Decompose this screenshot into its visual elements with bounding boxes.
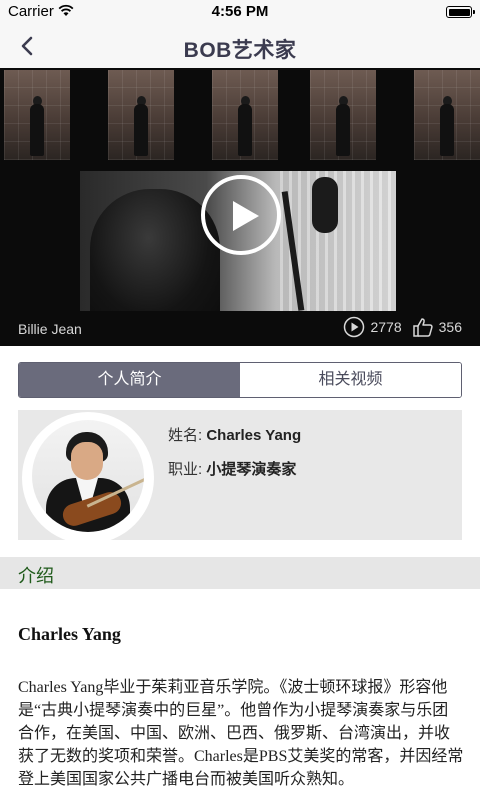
play-count-icon xyxy=(344,316,365,338)
video-thumbnail-frame xyxy=(4,70,70,160)
thumbs-up-icon[interactable] xyxy=(412,316,434,338)
play-count: 2778 xyxy=(370,319,402,335)
like-count: 356 xyxy=(438,319,462,335)
video-thumbnail-frame xyxy=(310,70,376,160)
tab-profile[interactable]: 个人简介 xyxy=(19,363,240,397)
video-player[interactable]: Billie Jean 2778 356 xyxy=(0,68,480,346)
artist-name: Charles Yang xyxy=(206,427,302,444)
intro-section-header: 介绍 xyxy=(0,557,480,589)
avatar-frame xyxy=(22,412,154,544)
play-icon xyxy=(233,201,259,231)
nav-bar: BOB艺术家 xyxy=(0,24,480,68)
play-button[interactable] xyxy=(201,175,281,255)
occupation-label: 职业: xyxy=(168,461,203,478)
artist-occupation: 小提琴演奏家 xyxy=(206,461,297,478)
tab-related-videos[interactable]: 相关视频 xyxy=(240,363,461,397)
segmented-tabs: 个人简介 相关视频 xyxy=(18,362,462,398)
video-title: Billie Jean xyxy=(18,321,82,337)
page-title: BOB艺术家 xyxy=(183,39,297,62)
name-label: 姓名: xyxy=(168,427,203,444)
occupation-row: 职业: 小提琴演奏家 xyxy=(168,458,296,479)
avatar xyxy=(32,420,144,532)
name-row: 姓名: Charles Yang xyxy=(168,424,301,445)
status-bar: Carrier 4:56 PM xyxy=(0,0,480,24)
video-thumbnail-frame xyxy=(414,70,480,160)
artist-profile-card: 姓名: Charles Yang 职业: 小提琴演奏家 xyxy=(18,410,462,544)
battery-icon xyxy=(446,6,475,18)
intro-body-text: Charles Yang毕业于茱莉亚音乐学院。《波士顿环球报》形容他是“古典小提… xyxy=(18,679,464,788)
intro-heading: Charles Yang xyxy=(18,624,121,644)
video-thumbnail-frame xyxy=(212,70,278,160)
section-title: 介绍 xyxy=(18,566,54,586)
video-thumbnail-frame xyxy=(108,70,174,160)
clock: 4:56 PM xyxy=(211,3,269,20)
video-stats: 2778 356 xyxy=(343,316,462,338)
